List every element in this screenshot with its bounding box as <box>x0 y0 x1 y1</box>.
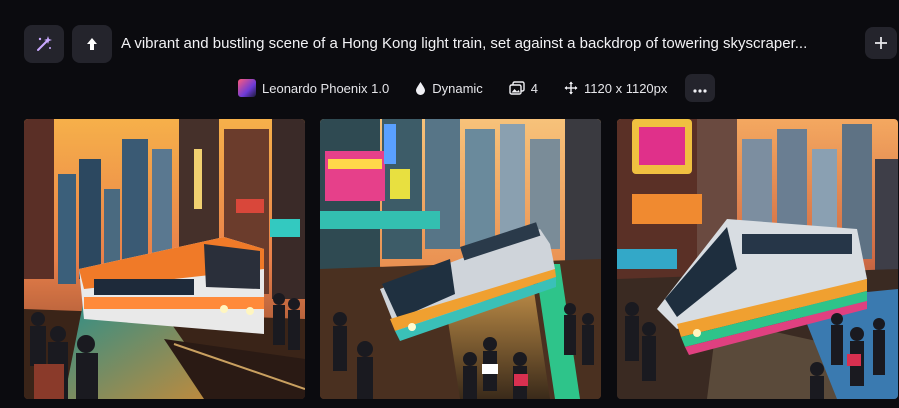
more-dots-icon <box>693 81 708 96</box>
model-name: Leonardo Phoenix 1.0 <box>262 80 390 96</box>
add-button[interactable] <box>865 27 897 59</box>
generation-meta-row: Leonardo Phoenix 1.0 Dynamic 4 1120 x 11… <box>238 74 716 102</box>
image-size: 1120 x 1120px <box>584 80 668 96</box>
image-count-info: 4 <box>509 74 538 102</box>
generation-panel: A vibrant and bustling scene of a Hong K… <box>0 0 899 408</box>
size-info: 1120 x 1120px <box>564 74 667 102</box>
style-info: Dynamic <box>415 74 483 102</box>
magic-wand-icon <box>34 34 54 54</box>
images-icon <box>509 81 525 95</box>
upload-button[interactable] <box>72 25 112 63</box>
generated-image-2[interactable] <box>320 119 601 399</box>
magic-prompt-button[interactable] <box>24 25 64 63</box>
prompt-text[interactable]: A vibrant and bustling scene of a Hong K… <box>121 33 857 55</box>
drop-icon <box>415 81 426 95</box>
model-thumbnail-icon <box>238 79 256 97</box>
model-info[interactable]: Leonardo Phoenix 1.0 <box>238 74 389 102</box>
generated-image-3[interactable] <box>617 119 898 399</box>
move-arrows-icon <box>564 81 578 95</box>
arrow-up-icon <box>84 36 100 52</box>
more-options-button[interactable] <box>685 74 716 102</box>
generated-image-1[interactable] <box>24 119 305 399</box>
style-name: Dynamic <box>432 80 483 96</box>
image-count: 4 <box>530 80 539 96</box>
plus-icon <box>874 36 888 50</box>
